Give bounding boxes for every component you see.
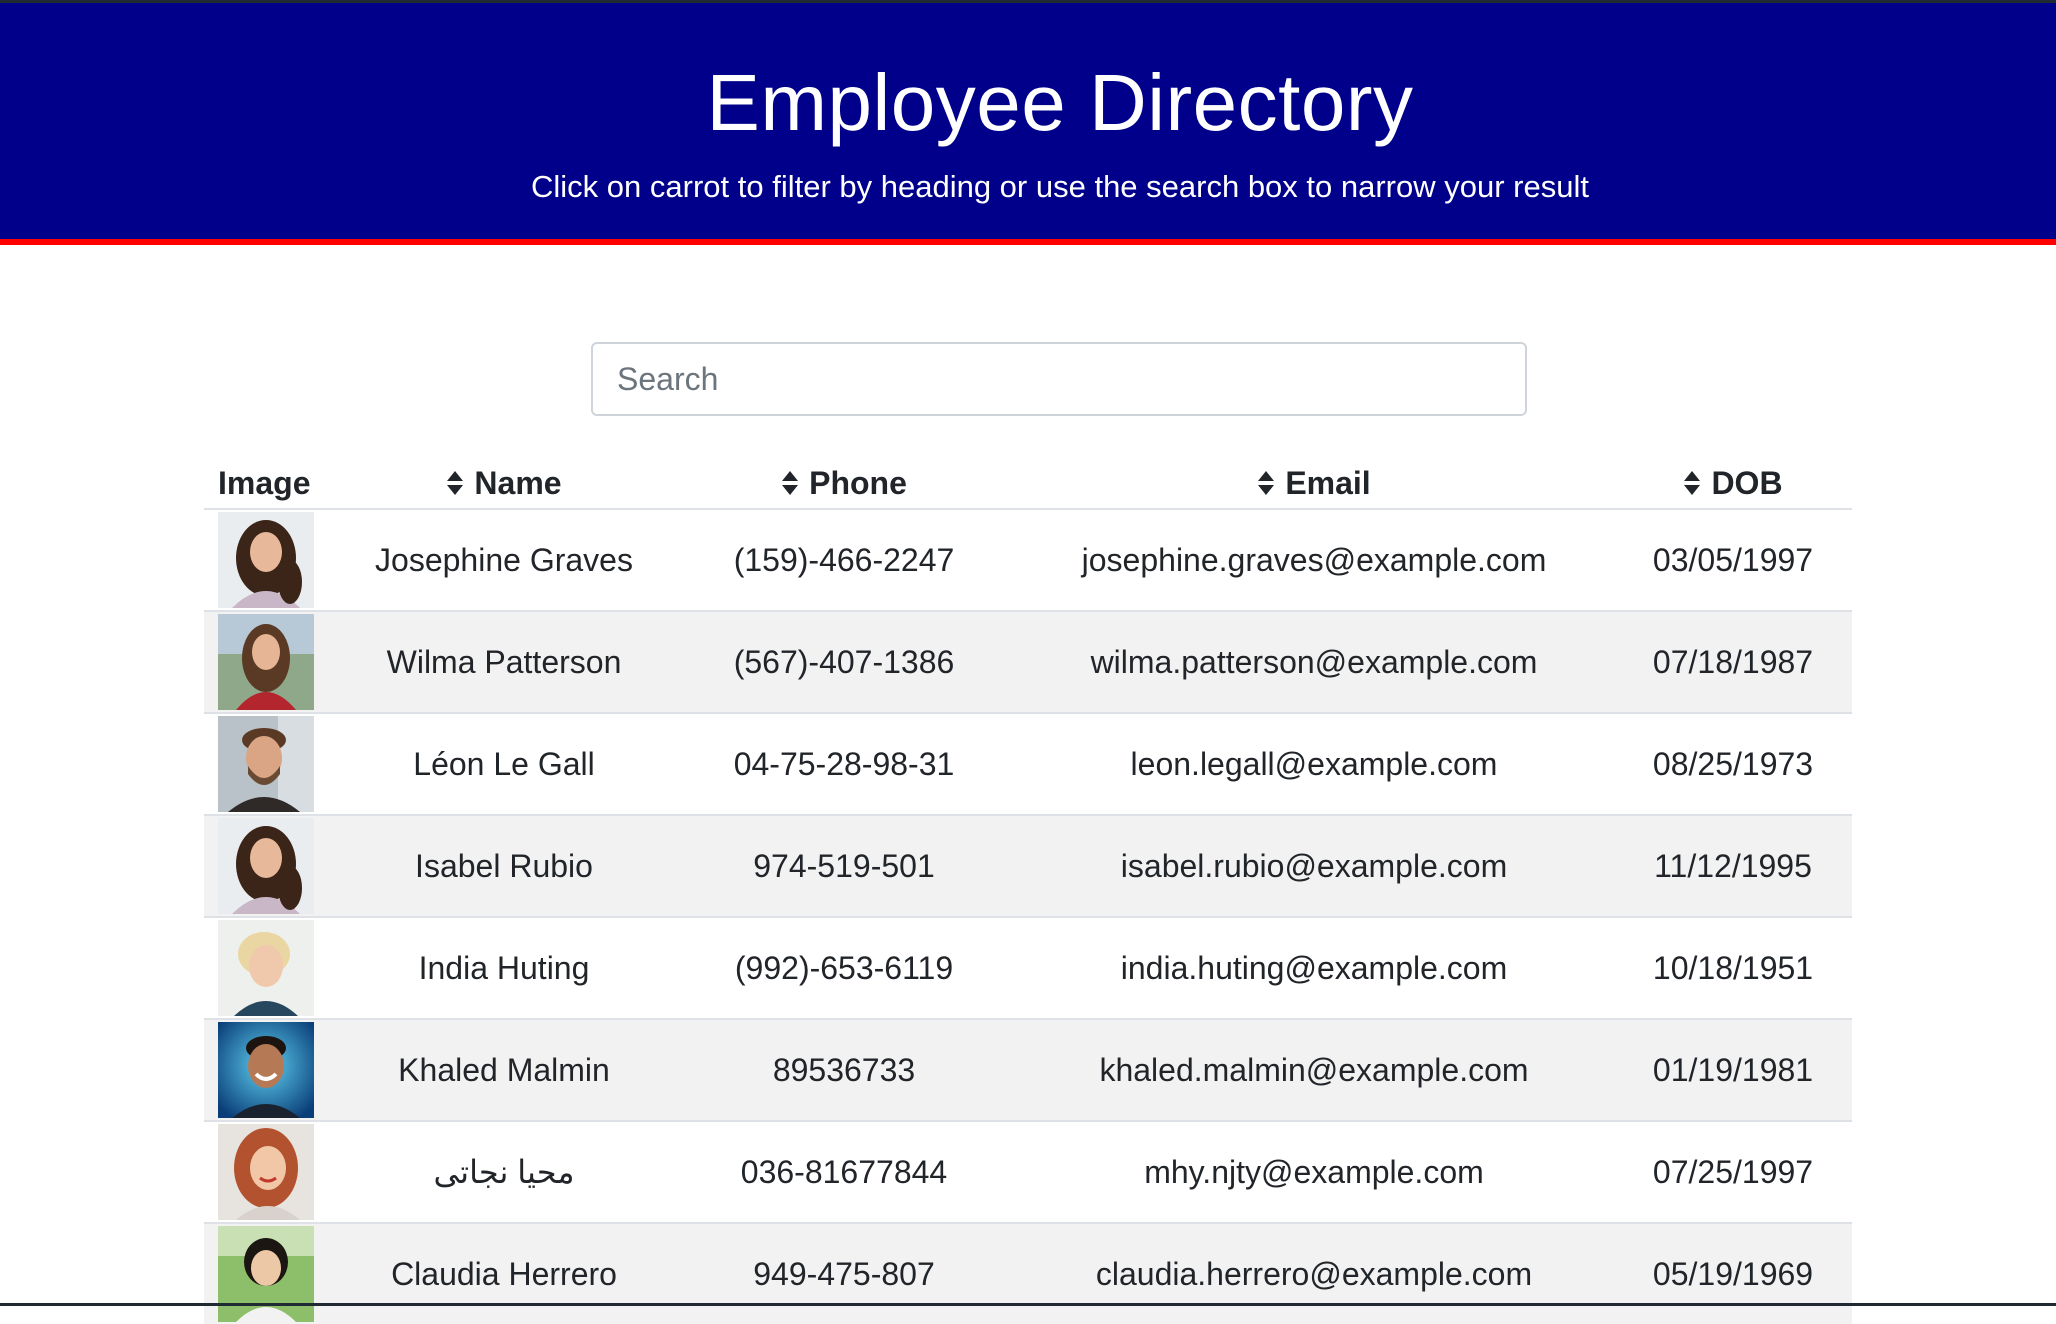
column-label-name: Name bbox=[474, 465, 562, 501]
cell-phone: (159)-466-2247 bbox=[674, 508, 1014, 611]
column-header-dob[interactable]: DOB bbox=[1614, 446, 1852, 510]
cell-name: Isabel Rubio bbox=[334, 814, 674, 917]
table-header-row: Image Name Phone Email DOB bbox=[204, 446, 1852, 510]
cell-image bbox=[204, 1018, 334, 1121]
cell-name: محیا نجاتی bbox=[334, 1120, 674, 1223]
cell-email: wilma.patterson@example.com bbox=[1014, 610, 1614, 713]
table-row: Claudia Herrero 949-475-807 claudia.herr… bbox=[204, 1222, 1852, 1324]
search-input[interactable] bbox=[591, 342, 1527, 416]
cell-dob: 07/25/1997 bbox=[1614, 1120, 1852, 1223]
cell-dob: 07/18/1987 bbox=[1614, 610, 1852, 713]
cell-image bbox=[204, 1222, 334, 1324]
cell-email: khaled.malmin@example.com bbox=[1014, 1018, 1614, 1121]
avatar bbox=[218, 512, 314, 608]
table-row: Isabel Rubio 974-519-501 isabel.rubio@ex… bbox=[204, 814, 1852, 917]
table-row: India Huting (992)-653-6119 india.huting… bbox=[204, 916, 1852, 1019]
header-accent-line bbox=[0, 239, 2056, 245]
page-header: Employee Directory Click on carrot to fi… bbox=[0, 3, 2056, 239]
employee-table: Image Name Phone Email DOB Josephine Gra… bbox=[204, 446, 1852, 1324]
column-header-image: Image bbox=[204, 446, 334, 510]
cell-image bbox=[204, 712, 334, 815]
column-label-dob: DOB bbox=[1711, 465, 1783, 501]
sort-caret-icon[interactable] bbox=[1257, 470, 1275, 496]
column-label-phone: Phone bbox=[809, 465, 907, 501]
cell-email: josephine.graves@example.com bbox=[1014, 508, 1614, 611]
cell-image bbox=[204, 1120, 334, 1223]
table-row: محیا نجاتی 036-81677844 mhy.njty@example… bbox=[204, 1120, 1852, 1223]
cell-name: Claudia Herrero bbox=[334, 1222, 674, 1324]
table-row: Léon Le Gall 04-75-28-98-31 leon.legall@… bbox=[204, 712, 1852, 815]
cell-name: India Huting bbox=[334, 916, 674, 1019]
sort-caret-icon[interactable] bbox=[1683, 470, 1701, 496]
cell-phone: (992)-653-6119 bbox=[674, 916, 1014, 1019]
avatar bbox=[218, 716, 314, 812]
cell-phone: 04-75-28-98-31 bbox=[674, 712, 1014, 815]
cell-dob: 11/12/1995 bbox=[1614, 814, 1852, 917]
sort-caret-icon[interactable] bbox=[781, 470, 799, 496]
avatar bbox=[218, 920, 314, 1016]
cell-dob: 01/19/1981 bbox=[1614, 1018, 1852, 1121]
cell-dob: 08/25/1973 bbox=[1614, 712, 1852, 815]
cell-name: Léon Le Gall bbox=[334, 712, 674, 815]
cell-dob: 05/19/1969 bbox=[1614, 1222, 1852, 1324]
cell-phone: 949-475-807 bbox=[674, 1222, 1014, 1324]
page-title: Employee Directory bbox=[706, 58, 1414, 147]
table-row: Wilma Patterson (567)-407-1386 wilma.pat… bbox=[204, 610, 1852, 713]
cell-image bbox=[204, 814, 334, 917]
cell-dob: 10/18/1951 bbox=[1614, 916, 1852, 1019]
avatar bbox=[218, 818, 314, 914]
cell-phone: 89536733 bbox=[674, 1018, 1014, 1121]
cell-dob: 03/05/1997 bbox=[1614, 508, 1852, 611]
cell-email: isabel.rubio@example.com bbox=[1014, 814, 1614, 917]
column-header-phone[interactable]: Phone bbox=[674, 446, 1014, 510]
table-row: Khaled Malmin 89536733 khaled.malmin@exa… bbox=[204, 1018, 1852, 1121]
cell-email: leon.legall@example.com bbox=[1014, 712, 1614, 815]
avatar bbox=[218, 1124, 314, 1220]
cell-image bbox=[204, 916, 334, 1019]
cell-phone: 974-519-501 bbox=[674, 814, 1014, 917]
cell-image bbox=[204, 610, 334, 713]
column-header-email[interactable]: Email bbox=[1014, 446, 1614, 510]
cell-email: mhy.njty@example.com bbox=[1014, 1120, 1614, 1223]
avatar bbox=[218, 1226, 314, 1322]
column-label-email: Email bbox=[1285, 465, 1371, 501]
column-label-image: Image bbox=[218, 465, 311, 501]
sort-caret-icon[interactable] bbox=[446, 470, 464, 496]
cell-name: Josephine Graves bbox=[334, 508, 674, 611]
cell-phone: 036-81677844 bbox=[674, 1120, 1014, 1223]
cell-name: Wilma Patterson bbox=[334, 610, 674, 713]
avatar bbox=[218, 614, 314, 710]
cell-email: india.huting@example.com bbox=[1014, 916, 1614, 1019]
page-subtitle: Click on carrot to filter by heading or … bbox=[531, 169, 1589, 204]
avatar bbox=[218, 1022, 314, 1118]
table-row: Josephine Graves (159)-466-2247 josephin… bbox=[204, 508, 1852, 611]
cell-phone: (567)-407-1386 bbox=[674, 610, 1014, 713]
cell-name: Khaled Malmin bbox=[334, 1018, 674, 1121]
column-header-name[interactable]: Name bbox=[334, 446, 674, 510]
cell-email: claudia.herrero@example.com bbox=[1014, 1222, 1614, 1324]
cell-image bbox=[204, 508, 334, 611]
